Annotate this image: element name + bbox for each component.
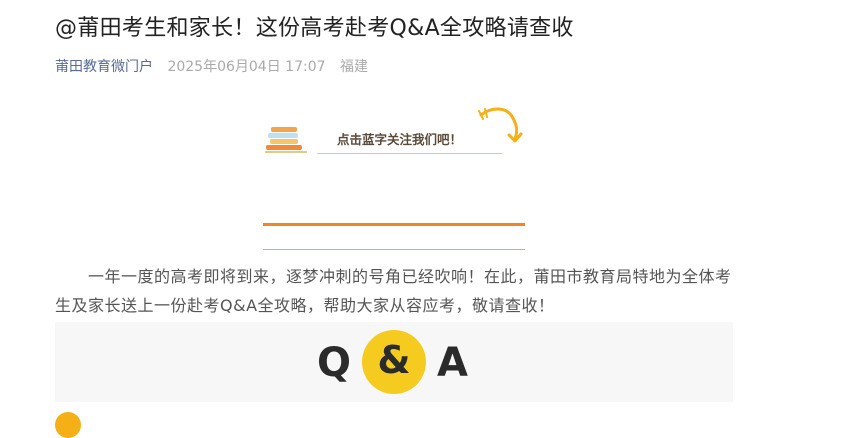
account-name-link[interactable]: 莆田教育微门户 [55,59,153,75]
article-meta: 莆田教育微门户 2025年06月04日 17:07 福建 [55,56,368,76]
section-number-badge [55,412,81,438]
qa-letter-a: A [437,340,468,386]
publish-region: 福建 [339,59,368,75]
books-icon [265,127,307,153]
qa-letter-q: Q [317,340,352,386]
section-heading-partial [55,412,455,438]
divider-thick [263,223,525,226]
intro-paragraph: 一年一度的高考即将到来，逐梦冲刺的号角已经吹响！在此，莆田市教育局特地为全体考生… [55,267,732,315]
qa-ampersand: & [377,338,411,382]
article-title: @莆田考生和家长！这份高考赴考Q&A全攻略请查收 [55,16,574,41]
swirl-arrow-icon [478,107,523,143]
qa-banner: Q & A [55,322,733,402]
qa-yellow-circle: & [362,330,426,394]
follow-cta-text[interactable]: 点击蓝字关注我们吧！ [337,129,462,148]
publish-time: 2025年06月04日 17:07 [167,59,326,75]
follow-underline [317,153,502,154]
divider-thin [263,249,525,250]
follow-banner[interactable]: 点击蓝字关注我们吧！ [265,105,535,160]
